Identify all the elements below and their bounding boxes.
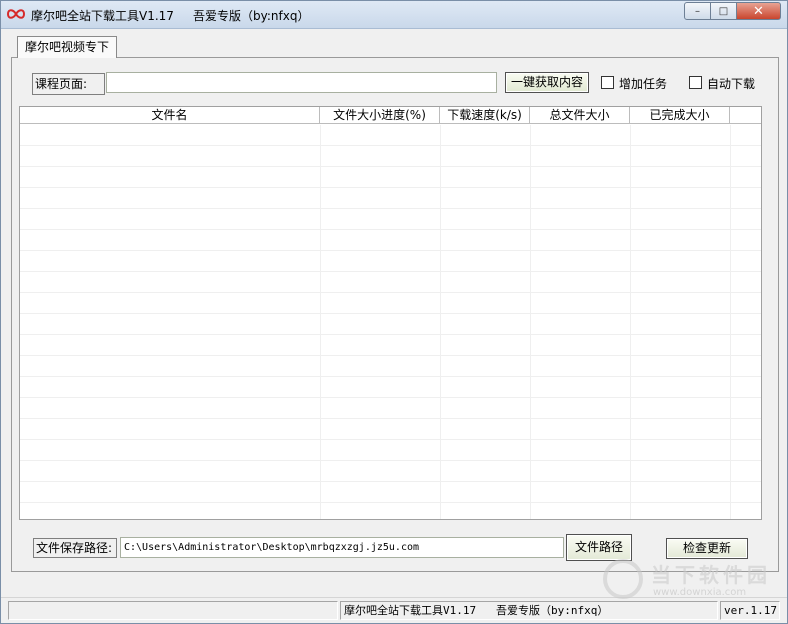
main-window: 摩尔吧全站下载工具V1.17 吾爱专版（by:nfxq） – □ ✕ 摩尔吧视频…	[0, 0, 788, 624]
course-page-label: 课程页面:	[32, 73, 105, 95]
status-bar: 摩尔吧全站下载工具V1.17 吾爱专版（by:nfxq） ver.1.17	[1, 597, 787, 623]
column-header-progress: 进度(%)	[381, 108, 426, 122]
save-path-input[interactable]: C:\Users\Administrator\Desktop\mrbqzxzgj…	[120, 537, 564, 558]
close-button[interactable]: ✕	[737, 2, 781, 20]
grid-divider	[730, 125, 731, 519]
column-header-total-size[interactable]: 总文件大小	[530, 107, 630, 124]
grid-divider	[530, 125, 531, 519]
auto-download-checkbox[interactable]	[689, 76, 702, 89]
choose-path-button[interactable]: 文件路径	[566, 534, 632, 561]
column-header-size: 文件大小	[333, 108, 382, 122]
grid-divider	[440, 125, 441, 519]
status-pane-left	[8, 601, 338, 620]
window-title: 摩尔吧全站下载工具V1.17 吾爱专版（by:nfxq）	[31, 9, 310, 23]
column-header-speed[interactable]: 下载速度(k/s)	[440, 107, 530, 124]
grid-header: 文件名 文件大小进度(%) 下载速度(k/s) 总文件大小 已完成大小	[20, 107, 761, 124]
window-controls: – □ ✕	[684, 2, 781, 20]
grid-divider	[320, 125, 321, 519]
status-pane-version: ver.1.17	[720, 601, 780, 620]
minimize-button[interactable]: –	[684, 2, 711, 20]
status-pane-middle: 摩尔吧全站下载工具V1.17 吾爱专版（by:nfxq）	[340, 601, 718, 620]
title-bar[interactable]: 摩尔吧全站下载工具V1.17 吾爱专版（by:nfxq） – □ ✕	[1, 1, 787, 29]
column-header-filename[interactable]: 文件名	[20, 107, 320, 124]
infinity-app-icon	[7, 9, 25, 19]
add-task-label: 增加任务	[619, 77, 668, 91]
grid-divider	[630, 125, 631, 519]
fetch-content-button[interactable]: 一键获取内容	[505, 72, 589, 93]
column-header-filler	[730, 107, 761, 124]
download-task-grid[interactable]: 文件名 文件大小进度(%) 下载速度(k/s) 总文件大小 已完成大小	[19, 106, 762, 520]
column-header-size-progress[interactable]: 文件大小进度(%)	[320, 107, 440, 124]
check-update-button[interactable]: 检查更新	[666, 538, 748, 559]
add-task-checkbox[interactable]	[601, 76, 614, 89]
grid-body	[20, 125, 761, 519]
tab-video-download[interactable]: 摩尔吧视频专下	[17, 36, 118, 58]
course-page-input[interactable]	[106, 72, 497, 93]
maximize-button[interactable]: □	[711, 2, 737, 20]
save-path-label: 文件保存路径:	[33, 538, 117, 558]
column-header-completed-size[interactable]: 已完成大小	[630, 107, 730, 124]
auto-download-label: 自动下载	[707, 77, 756, 91]
